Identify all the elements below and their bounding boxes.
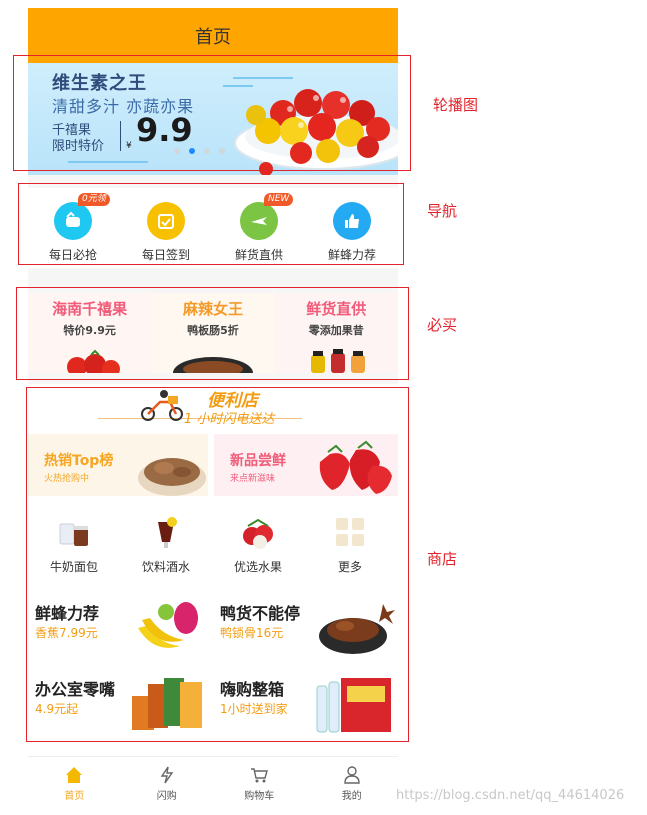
tab-home[interactable]: 首页 — [28, 757, 121, 810]
screenshot-canvas: 首页 维生素之王 清甜多汁 亦蔬亦果 千禧果 限时特价 ¥ 9.9 0元领 每日… — [0, 0, 647, 815]
annotation-label-nav: 导航 — [427, 202, 458, 220]
flash-icon — [160, 766, 174, 784]
annotation-box-banner — [13, 55, 411, 171]
tab-label: 闪购 — [156, 791, 177, 802]
tab-label: 首页 — [64, 791, 85, 802]
annotation-label-banner: 轮播图 — [433, 96, 479, 114]
bottom-tab-bar: 首页 闪购 购物车 我的 — [28, 756, 398, 810]
tab-mine[interactable]: 我的 — [306, 757, 399, 810]
tab-label: 购物车 — [244, 791, 275, 802]
watermark: https://blog.csdn.net/qq_44614026 — [396, 788, 625, 803]
annotation-label-shop: 商店 — [427, 550, 458, 568]
user-icon — [344, 766, 360, 784]
tab-cart[interactable]: 购物车 — [213, 757, 306, 810]
page-title: 首页 — [195, 26, 231, 48]
home-icon — [66, 767, 83, 783]
cart-icon — [251, 768, 269, 783]
annotation-box-shop — [26, 387, 409, 742]
annotation-label-mustbuy: 必买 — [427, 316, 458, 334]
annotation-box-nav — [18, 183, 404, 265]
annotation-box-mustbuy — [16, 287, 409, 380]
tab-flash-sale[interactable]: 闪购 — [121, 757, 214, 810]
tab-label: 我的 — [341, 791, 362, 802]
